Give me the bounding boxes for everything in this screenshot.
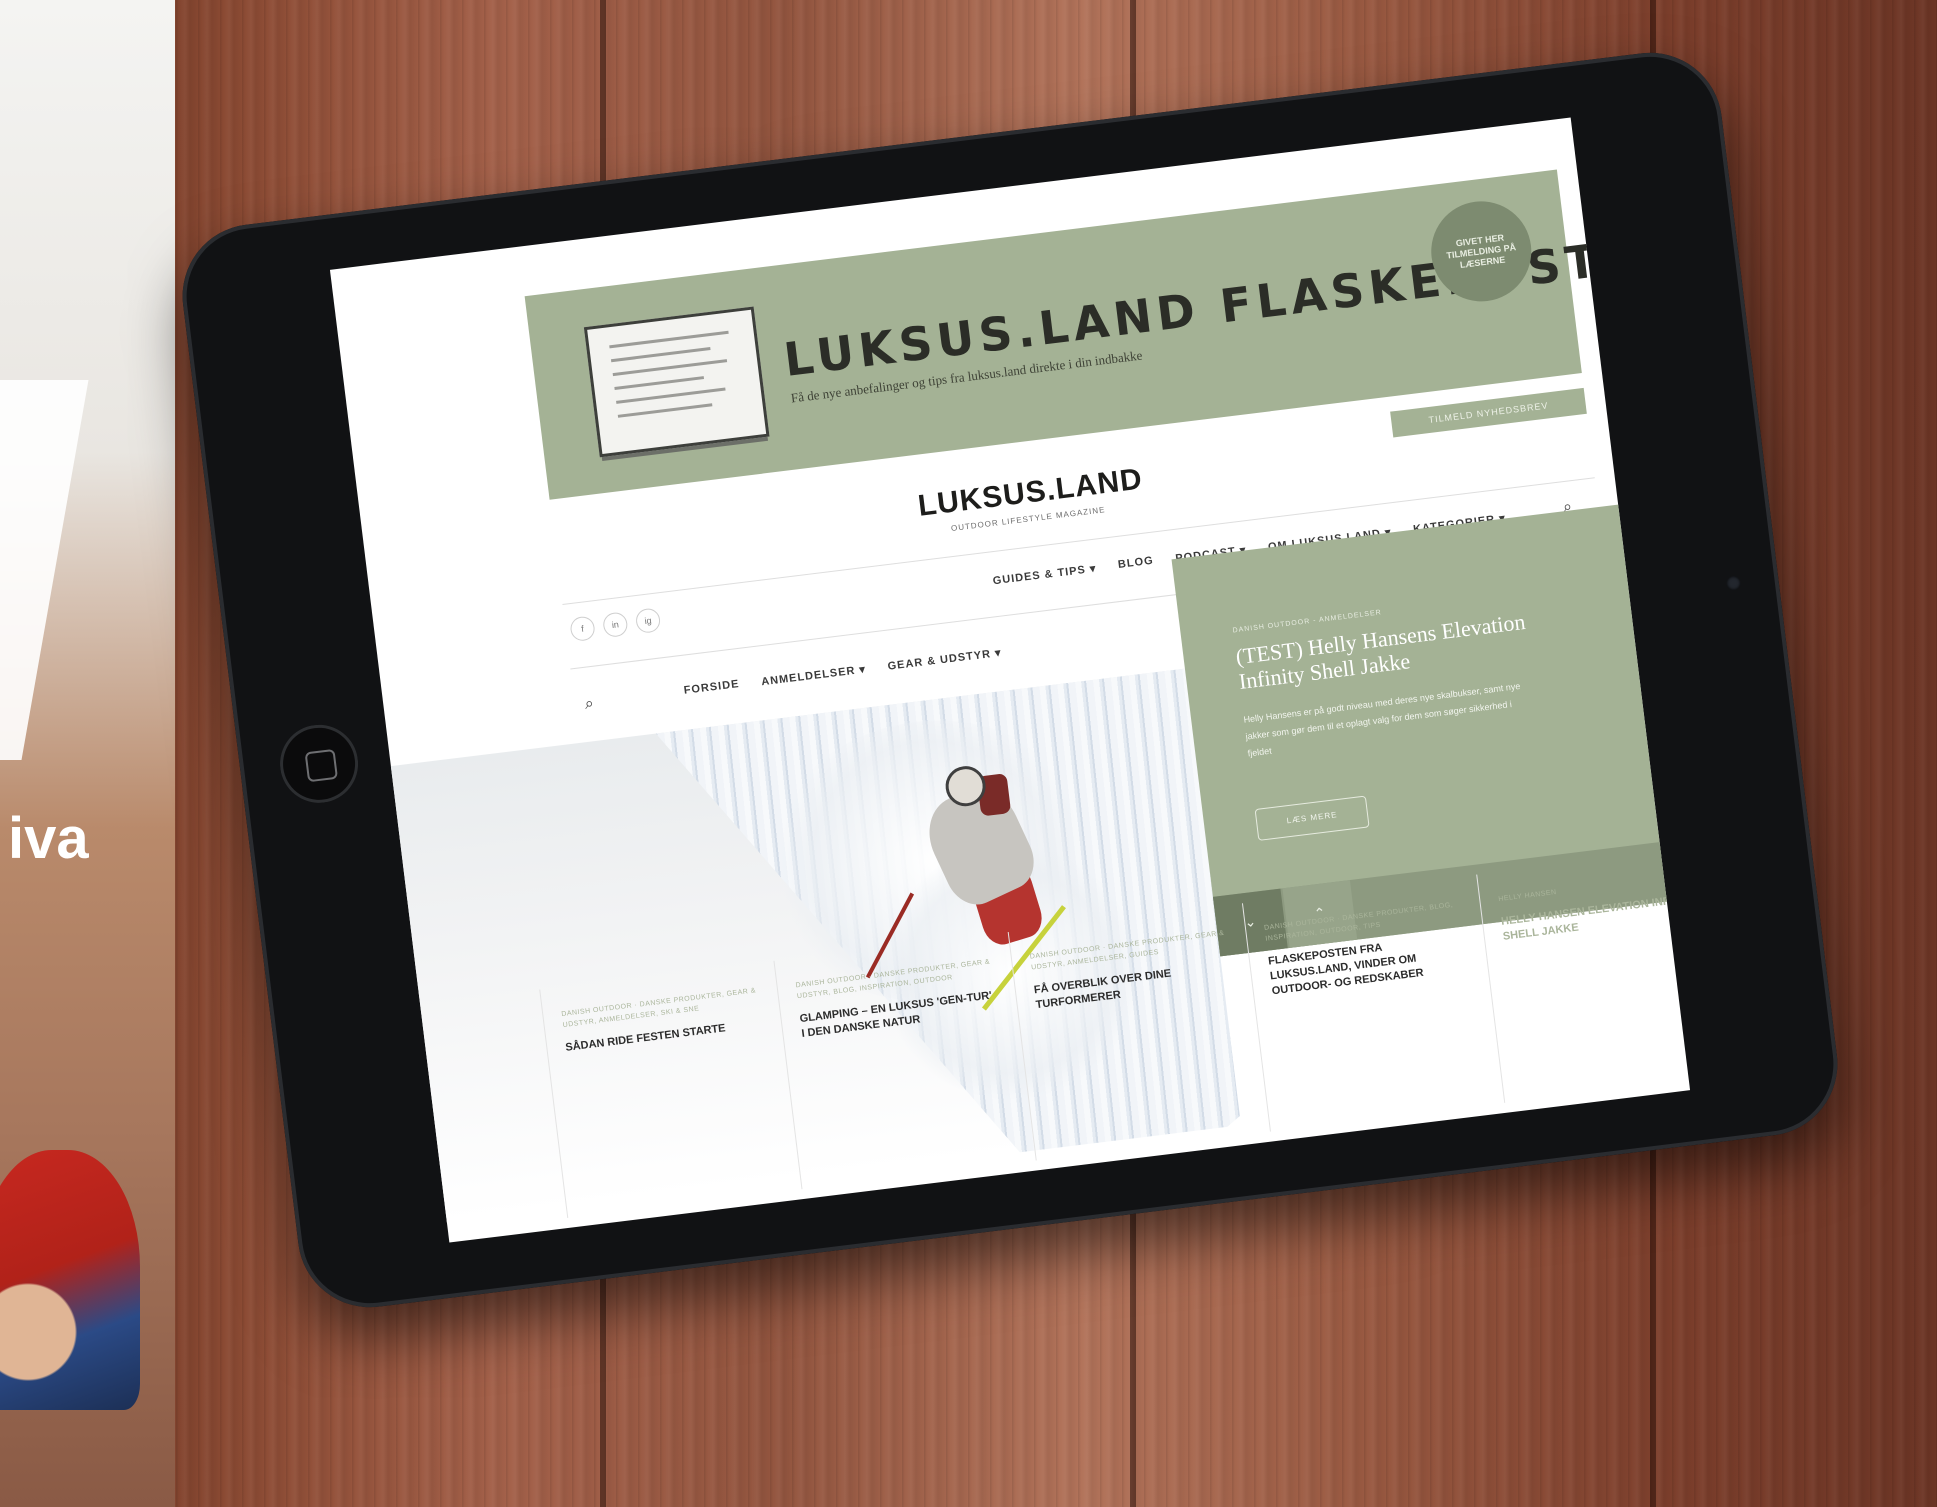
instagram-icon[interactable]: ig bbox=[634, 607, 662, 635]
tablet-device: LUKSUS.LAND FLASKEPOST Få de nye anbefal… bbox=[174, 44, 1846, 1316]
newsletter-cta-button[interactable]: TILMELD NYHEDSBREV bbox=[1390, 387, 1587, 438]
tablet-screen: LUKSUS.LAND FLASKEPOST Få de nye anbefal… bbox=[329, 117, 1691, 1243]
secondary-nav: FORSIDE ANMELDELSER ▾ GEAR & UDSTYR ▾ bbox=[683, 646, 1002, 698]
newsletter-banner[interactable]: LUKSUS.LAND FLASKEPOST Få de nye anbefal… bbox=[524, 169, 1605, 500]
camera-icon bbox=[1725, 575, 1742, 591]
article-card[interactable]: DANISH OUTDOOR · DANSKE PRODUKTER, GEAR … bbox=[773, 932, 1036, 1190]
read-more-button[interactable]: LÆS MERE bbox=[1254, 795, 1370, 841]
article-card[interactable]: DANISH OUTDOOR · DANSKE PRODUKTER, GEAR … bbox=[1007, 903, 1270, 1161]
nav-anmeldelser[interactable]: ANMELDELSER ▾ bbox=[760, 663, 867, 689]
magazine-letterform bbox=[0, 380, 89, 760]
magazine-text: iva bbox=[8, 806, 89, 871]
linkedin-icon[interactable]: in bbox=[601, 611, 629, 639]
magazine-edge: iva bbox=[0, 0, 175, 1507]
nav-gear-udstyr[interactable]: GEAR & UDSTYR ▾ bbox=[887, 646, 1002, 673]
nav-guides[interactable]: GUIDES & TIPS ▾ bbox=[992, 562, 1097, 588]
nav-forside[interactable]: FORSIDE bbox=[683, 678, 740, 698]
home-button[interactable] bbox=[275, 720, 363, 808]
search-icon-secondary[interactable]: ⌕ bbox=[584, 693, 595, 714]
article-card[interactable]: DANISH OUTDOOR · DANSKE PRODUKTER, BLOG,… bbox=[1241, 874, 1505, 1132]
article-card[interactable]: DANISH OUTDOOR · DANSKE PRODUKTER, GEAR … bbox=[539, 960, 802, 1218]
nav-blog[interactable]: BLOG bbox=[1117, 555, 1154, 572]
magazine-photo bbox=[0, 1150, 140, 1410]
feature-excerpt: Helly Hansens er på godt niveau med dere… bbox=[1242, 680, 1521, 759]
article-card[interactable]: HELLY HANSEN HELLY HANSEN ELEVATION INFI… bbox=[1476, 845, 1691, 1103]
laptop-illustration bbox=[583, 306, 770, 458]
facebook-icon[interactable]: f bbox=[569, 615, 596, 643]
